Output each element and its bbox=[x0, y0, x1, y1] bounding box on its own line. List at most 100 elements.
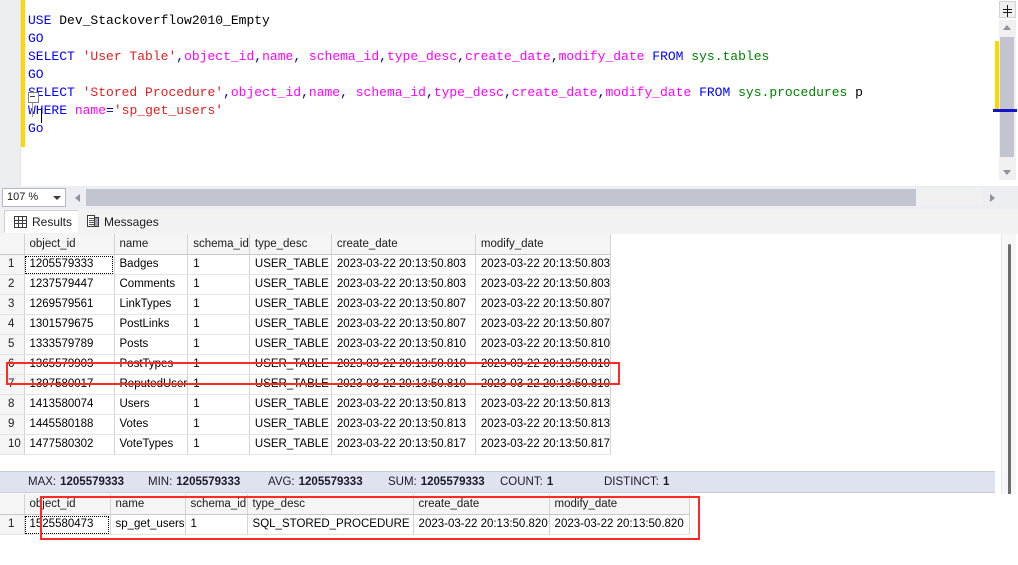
cell-type_desc[interactable]: USER_TABLE bbox=[249, 414, 332, 435]
cell-create_date[interactable]: 2023-03-22 20:13:50.810 bbox=[331, 354, 476, 375]
cell-schema_id[interactable]: 1 bbox=[187, 274, 250, 295]
cell-schema_id[interactable]: 1 bbox=[187, 334, 250, 355]
results-grid-2[interactable]: object_id name schema_id type_desc create_da… bbox=[0, 494, 690, 535]
sql-editor-pane[interactable]: USE Dev_Stackoverflow2010_Empty GO SELECT … bbox=[0, 0, 1018, 186]
cell-modify_date[interactable]: 2023-03-22 20:13:50.803 bbox=[475, 254, 612, 275]
cell-object_id[interactable]: 1237579447 bbox=[24, 274, 115, 295]
cell-schema_id[interactable]: 1 bbox=[185, 514, 248, 535]
table-row[interactable]: 9 1445580188 Votes 1 USER_TABLE 2023-03-22 20… bbox=[0, 414, 612, 435]
cell-create_date[interactable]: 2023-03-22 20:13:50.820 bbox=[413, 514, 550, 535]
cell-name[interactable]: Posts bbox=[114, 334, 189, 355]
cell-create_date[interactable]: 2023-03-22 20:13:50.813 bbox=[331, 394, 476, 415]
column-header-name[interactable]: name bbox=[114, 234, 189, 255]
cell-object_id[interactable]: 1525580473 bbox=[24, 514, 111, 535]
cell-create_date[interactable]: 2023-03-22 20:13:50.810 bbox=[331, 334, 476, 355]
editor-scrollbar-thumb[interactable] bbox=[993, 37, 1017, 157]
row-number[interactable]: 3 bbox=[0, 294, 25, 315]
cell-modify_date[interactable]: 2023-03-22 20:13:50.813 bbox=[475, 394, 612, 415]
cell-name[interactable]: LinkTypes bbox=[114, 294, 189, 315]
cell-object_id[interactable]: 1269579561 bbox=[24, 294, 115, 315]
split-editor-button[interactable] bbox=[999, 1, 1016, 18]
table-row[interactable]: 8 1413580074 Users 1 USER_TABLE 2023-03-22 20… bbox=[0, 394, 612, 415]
cell-name[interactable]: ReputedUser bbox=[114, 374, 189, 395]
column-header-object_id[interactable]: object_id bbox=[24, 234, 115, 255]
row-number[interactable]: 9 bbox=[0, 414, 25, 435]
row-number[interactable]: 7 bbox=[0, 374, 25, 395]
cell-name[interactable]: Comments bbox=[114, 274, 189, 295]
cell-create_date[interactable]: 2023-03-22 20:13:50.807 bbox=[331, 314, 476, 335]
cell-modify_date[interactable]: 2023-03-22 20:13:50.810 bbox=[475, 374, 612, 395]
cell-type_desc[interactable]: USER_TABLE bbox=[249, 354, 332, 375]
table-row[interactable]: 4 1301579675 PostLinks 1 USER_TABLE 2023-03-2… bbox=[0, 314, 612, 335]
cell-type_desc[interactable]: USER_TABLE bbox=[249, 334, 332, 355]
results-grid-pane-2[interactable]: object_id name schema_id type_desc create_da… bbox=[0, 494, 1018, 565]
cell-name[interactable]: Users bbox=[114, 394, 189, 415]
cell-type_desc[interactable]: SQL_STORED_PROCEDURE bbox=[247, 514, 414, 535]
cell-schema_id[interactable]: 1 bbox=[187, 414, 250, 435]
cell-name[interactable]: Badges bbox=[114, 254, 189, 275]
table-row[interactable]: 2 1237579447 Comments 1 USER_TABLE 2023-03-22… bbox=[0, 274, 612, 295]
column-header-modify_date[interactable]: modify_date bbox=[549, 494, 690, 515]
table-row[interactable]: 3 1269579561 LinkTypes 1 USER_TABLE 2023-03-2… bbox=[0, 294, 612, 315]
cell-schema_id[interactable]: 1 bbox=[187, 314, 250, 335]
cell-create_date[interactable]: 2023-03-22 20:13:50.803 bbox=[331, 274, 476, 295]
table-row[interactable]: 10 1477580302 VoteTypes 1 USER_TABLE 2023-03-… bbox=[0, 434, 612, 455]
table-row[interactable]: 1 1525580473 sp_get_users 1 SQL_STORED_PROCE… bbox=[0, 514, 690, 535]
cell-modify_date[interactable]: 2023-03-22 20:13:50.820 bbox=[549, 514, 690, 535]
editor-horizontal-scrollbar[interactable] bbox=[86, 189, 982, 206]
column-header-schema_id[interactable]: schema_id bbox=[185, 494, 248, 515]
column-header-type_desc[interactable]: type_desc bbox=[247, 494, 414, 515]
hscroll-left-button[interactable] bbox=[70, 189, 84, 206]
hscroll-right-button[interactable] bbox=[986, 189, 1000, 206]
scroll-down-button[interactable] bbox=[999, 165, 1016, 180]
cell-object_id[interactable]: 1365579903 bbox=[24, 354, 115, 375]
column-header-modify_date[interactable]: modify_date bbox=[475, 234, 612, 255]
cell-name[interactable]: PostLinks bbox=[114, 314, 189, 335]
table-row[interactable]: 6 1365579903 PostTypes 1 USER_TABLE 2023-03-2… bbox=[0, 354, 612, 375]
cell-schema_id[interactable]: 1 bbox=[187, 434, 250, 455]
table-row[interactable]: 7 1397580017 ReputedUser 1 USER_TABLE 2023-03… bbox=[0, 374, 612, 395]
cell-name[interactable]: PostTypes bbox=[114, 354, 189, 375]
row-number[interactable]: 4 bbox=[0, 314, 25, 335]
cell-schema_id[interactable]: 1 bbox=[187, 354, 250, 375]
row-number[interactable]: 1 bbox=[0, 514, 25, 535]
tab-messages[interactable]: Messages bbox=[78, 210, 168, 233]
hscrollbar-thumb[interactable] bbox=[86, 189, 916, 206]
results-table-1-body[interactable]: 1 1205579333 Badges 1 USER_TABLE 2023-03-22 2… bbox=[0, 254, 612, 455]
results-table-2[interactable]: object_id name schema_id type_desc create_da… bbox=[0, 494, 690, 535]
cell-type_desc[interactable]: USER_TABLE bbox=[249, 254, 332, 275]
cell-object_id[interactable]: 1397580017 bbox=[24, 374, 115, 395]
row-number[interactable]: 2 bbox=[0, 274, 25, 295]
results-grid-1[interactable]: object_id name schema_id type_desc create_da… bbox=[0, 234, 612, 455]
cell-schema_id[interactable]: 1 bbox=[187, 374, 250, 395]
cell-type_desc[interactable]: USER_TABLE bbox=[249, 394, 332, 415]
column-header-object_id[interactable]: object_id bbox=[24, 494, 111, 515]
cell-create_date[interactable]: 2023-03-22 20:13:50.813 bbox=[331, 414, 476, 435]
cell-object_id[interactable]: 1445580188 bbox=[24, 414, 115, 435]
collapse-region-icon[interactable] bbox=[28, 92, 39, 103]
cell-name[interactable]: Votes bbox=[114, 414, 189, 435]
cell-object_id[interactable]: 1477580302 bbox=[24, 434, 115, 455]
column-header-name[interactable]: name bbox=[110, 494, 186, 515]
column-header-create_date[interactable]: create_date bbox=[331, 234, 476, 255]
cell-type_desc[interactable]: USER_TABLE bbox=[249, 294, 332, 315]
cell-modify_date[interactable]: 2023-03-22 20:13:50.807 bbox=[475, 294, 612, 315]
cell-object_id[interactable]: 1301579675 bbox=[24, 314, 115, 335]
cell-schema_id[interactable]: 1 bbox=[187, 394, 250, 415]
cell-schema_id[interactable]: 1 bbox=[187, 294, 250, 315]
editor-vertical-scrollbar[interactable] bbox=[993, 20, 1017, 180]
tab-results[interactable]: Results bbox=[4, 210, 83, 233]
cell-type_desc[interactable]: USER_TABLE bbox=[249, 374, 332, 395]
results-grid-pane[interactable]: object_id name schema_id type_desc create_da… bbox=[0, 234, 1018, 564]
table-row[interactable]: 1 1205579333 Badges 1 USER_TABLE 2023-03-22 2… bbox=[0, 254, 612, 275]
column-header-type_desc[interactable]: type_desc bbox=[249, 234, 332, 255]
chevron-down-icon[interactable] bbox=[53, 196, 61, 200]
row-number[interactable]: 1 bbox=[0, 254, 25, 275]
cell-modify_date[interactable]: 2023-03-22 20:13:50.803 bbox=[475, 274, 612, 295]
cell-create_date[interactable]: 2023-03-22 20:13:50.803 bbox=[331, 254, 476, 275]
cell-object_id[interactable]: 1413580074 bbox=[24, 394, 115, 415]
cell-name[interactable]: sp_get_users bbox=[110, 514, 186, 535]
cell-create_date[interactable]: 2023-03-22 20:13:50.810 bbox=[331, 374, 476, 395]
cell-modify_date[interactable]: 2023-03-22 20:13:50.817 bbox=[475, 434, 612, 455]
cell-modify_date[interactable]: 2023-03-22 20:13:50.810 bbox=[475, 334, 612, 355]
